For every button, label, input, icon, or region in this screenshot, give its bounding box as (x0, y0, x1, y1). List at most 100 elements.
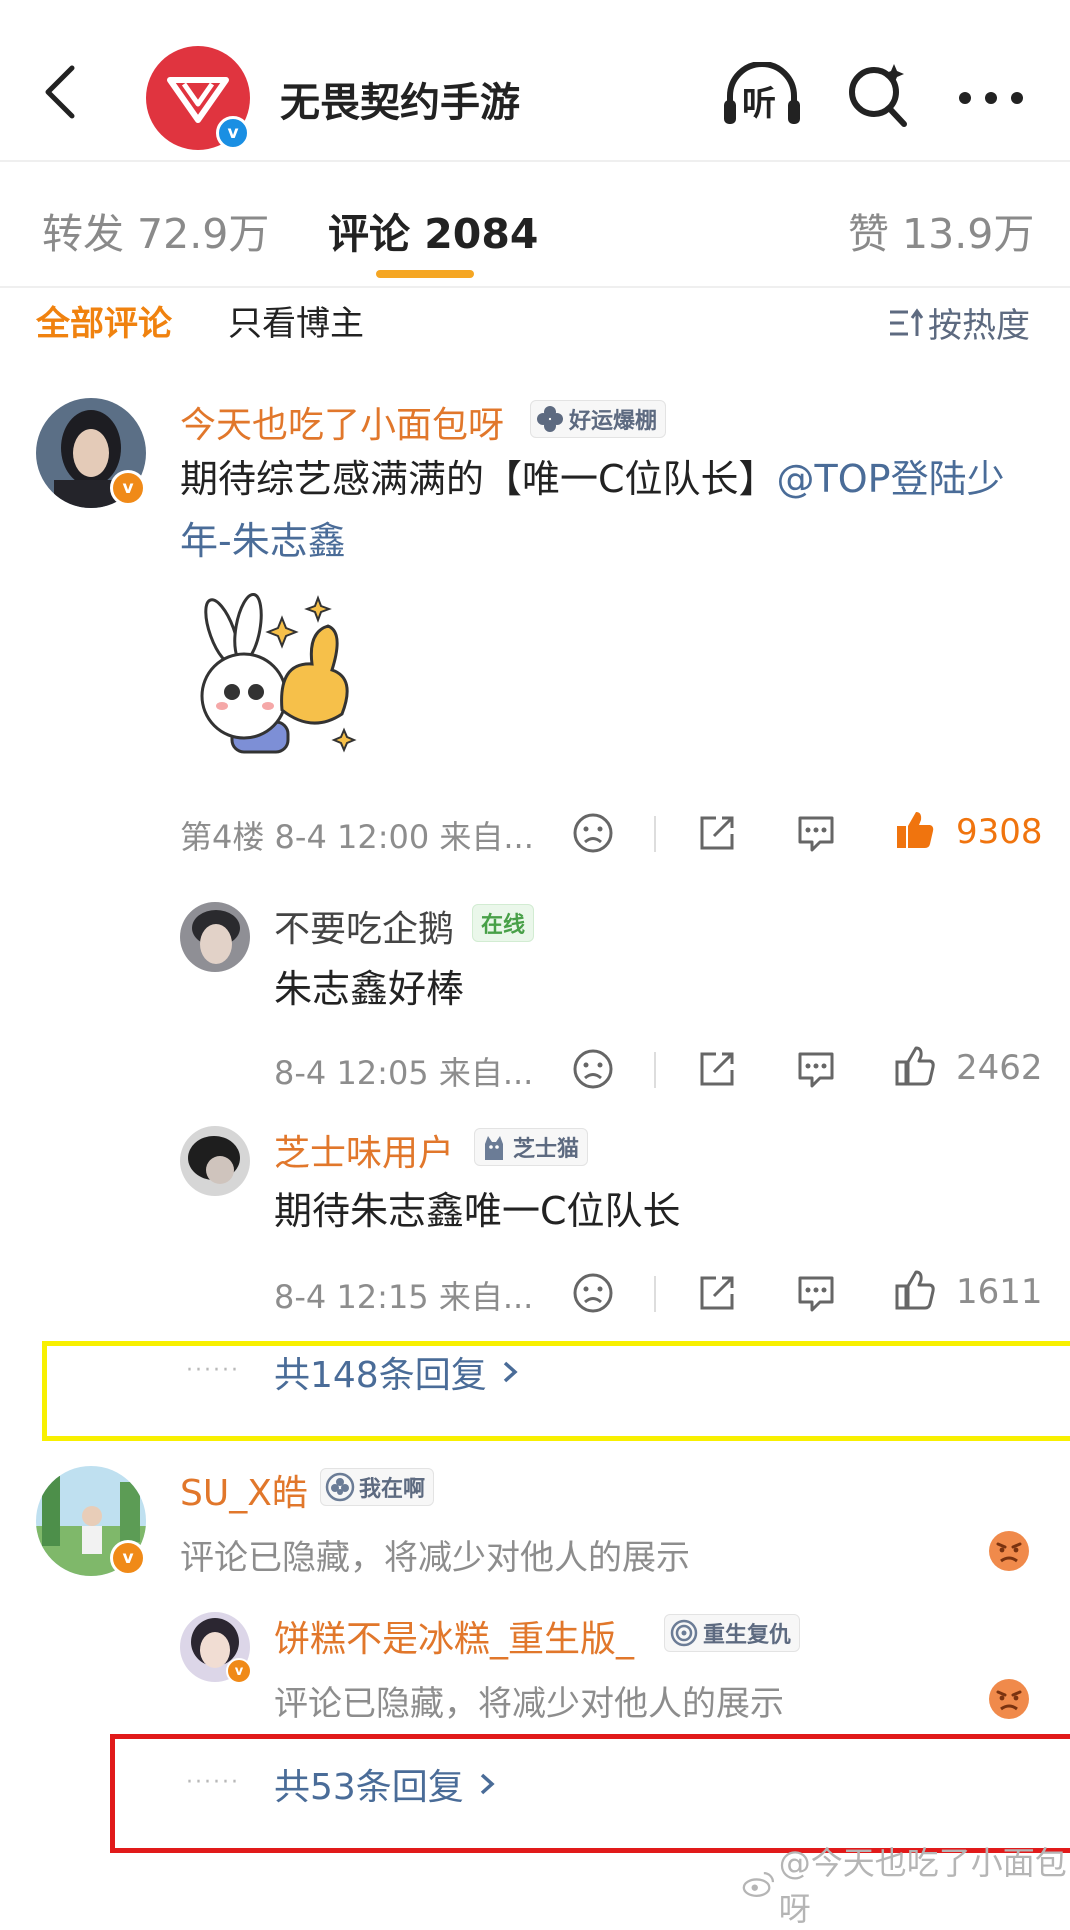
listen-button[interactable]: 听 (720, 61, 804, 132)
user-badge-label: 重生复仇 (703, 1623, 792, 1648)
chevron-right-icon (503, 1361, 518, 1383)
verified-badge: v (226, 1658, 252, 1684)
like-count: 1611 (956, 1272, 1043, 1312)
user-badge: 重生复仇 (664, 1614, 801, 1652)
commenter-name[interactable]: SU_X皓 (180, 1464, 308, 1516)
like-count: 2462 (956, 1048, 1043, 1088)
share-button[interactable] (696, 1048, 738, 1094)
action-divider (654, 1276, 656, 1312)
sort-button[interactable]: 按热度 (888, 298, 1030, 347)
sad-face-icon (573, 1273, 613, 1313)
share-icon (700, 816, 734, 850)
user-badge: 芝士猫 (474, 1128, 589, 1166)
comment-bubble-icon (798, 1276, 834, 1312)
back-button[interactable] (40, 62, 80, 122)
like-count: 9308 (956, 812, 1043, 852)
header-divider (0, 160, 1070, 162)
more-button[interactable] (958, 90, 1024, 109)
comment-text-main: 期待综艺感满满的【唯一C位队长】 (180, 457, 777, 501)
tab-reposts[interactable]: 转发 72.9万 (42, 200, 269, 260)
filter-blogger-only[interactable]: 只看博主 (228, 296, 364, 345)
filter-all-comments[interactable]: 全部评论 (36, 296, 172, 345)
bunny-thumbs-up-sticker (200, 592, 357, 754)
highlight-box-yellow (42, 1341, 1070, 1441)
reply-text: 期待朱志鑫唯一C位队长 (274, 1189, 681, 1233)
angry-face-icon (988, 1678, 1030, 1724)
comment-bubble-icon (798, 816, 834, 852)
reply-text: 朱志鑫好棒 (274, 967, 465, 1011)
ai-search-icon (849, 64, 907, 127)
more-replies-link[interactable]: 共148条回复 (274, 1346, 521, 1398)
more-replies-link[interactable]: 共53条回复 (274, 1758, 498, 1810)
like-button[interactable] (894, 1044, 936, 1092)
user-badge-label: 好运爆棚 (569, 409, 658, 434)
tab-active-indicator (376, 270, 474, 278)
sort-icon (890, 307, 924, 336)
share-icon (700, 1276, 734, 1310)
share-icon (700, 1052, 734, 1086)
search-button[interactable] (846, 62, 910, 132)
verified-badge: v (110, 1540, 146, 1576)
thumbs-up-icon (895, 1046, 935, 1086)
more-replies-label: 共148条回复 (274, 1355, 487, 1396)
tab-likes[interactable]: 赞 13.9万 (848, 200, 1034, 260)
account-name[interactable]: 无畏契约手游 (280, 70, 520, 128)
clover-icon (537, 406, 563, 432)
angry-face-icon (988, 1530, 1030, 1576)
swirl-icon (670, 1619, 698, 1647)
reply-avatar[interactable] (180, 902, 250, 972)
reply-avatar[interactable] (180, 1126, 250, 1196)
more-replies-label: 共53条回复 (274, 1767, 464, 1808)
thumbs-up-icon (895, 1270, 935, 1310)
comment-bubble-icon (798, 1052, 834, 1088)
chevron-left-icon (45, 65, 75, 119)
reply-button[interactable] (794, 1272, 838, 1318)
dislike-button[interactable] (572, 1048, 614, 1094)
like-button[interactable] (894, 808, 936, 856)
more-dots-icon (959, 92, 1023, 104)
avatar-photo (180, 1126, 250, 1196)
reply-user-name[interactable]: 饼糕不是冰糕_重生版_ (274, 1610, 634, 1662)
dislike-button[interactable] (572, 812, 614, 858)
reply-button[interactable] (794, 812, 838, 858)
like-button[interactable] (894, 1268, 936, 1316)
listen-label: 听 (742, 84, 776, 124)
reply-meta: 8-4 12:15 来自... (274, 1278, 534, 1316)
watermark-text: @今天也吃了小面包呀 (778, 1844, 1067, 1928)
dislike-button[interactable] (572, 1272, 614, 1318)
reply-meta: 8-4 12:05 来自... (274, 1054, 534, 1092)
action-divider (654, 816, 656, 852)
sad-face-icon (573, 1049, 613, 1089)
tab-comments[interactable]: 评论 2084 (328, 200, 538, 260)
highlight-box-red (110, 1734, 1070, 1853)
more-replies-dots: ······ (186, 1358, 240, 1383)
reply-user-name[interactable]: 不要吃企鹅 (274, 900, 454, 952)
action-divider (654, 1052, 656, 1088)
online-badge: 在线 (472, 904, 535, 942)
cat-icon (485, 1136, 503, 1160)
commenter-name[interactable]: 今天也吃了小面包呀 (180, 396, 504, 448)
more-replies-dots: ······ (186, 1770, 240, 1795)
watermark: @今天也吃了小面包呀 (742, 1838, 1070, 1930)
sort-label: 按热度 (928, 306, 1030, 346)
sad-face-icon (573, 813, 613, 853)
verified-badge: v (110, 470, 146, 506)
comment-text: 期待综艺感满满的【唯一C位队长】@TOP登陆少年-朱志鑫 (180, 448, 1030, 572)
hidden-comment-notice: 评论已隐藏，将减少对他人的展示 (180, 1538, 690, 1578)
hidden-comment-notice: 评论已隐藏，将减少对他人的展示 (274, 1684, 784, 1724)
comment-sticker[interactable] (182, 592, 362, 776)
share-button[interactable] (696, 812, 738, 858)
user-badge: 好运爆棚 (530, 400, 667, 438)
comment-meta: 第4楼 8-4 12:00 来自... (180, 818, 534, 856)
reply-button[interactable] (794, 1048, 838, 1094)
verified-badge: v (216, 116, 250, 150)
thumbs-up-filled-icon (897, 812, 934, 848)
user-badge: 我在啊 (320, 1468, 435, 1506)
user-badge-label: 我在啊 (359, 1477, 426, 1502)
reply-user-name[interactable]: 芝士味用户 (274, 1124, 454, 1176)
weibo-logo-icon (742, 1871, 775, 1897)
flower-badge-icon (325, 1472, 355, 1502)
avatar-photo (180, 902, 250, 972)
tabs-divider (0, 286, 1070, 288)
share-button[interactable] (696, 1272, 738, 1318)
